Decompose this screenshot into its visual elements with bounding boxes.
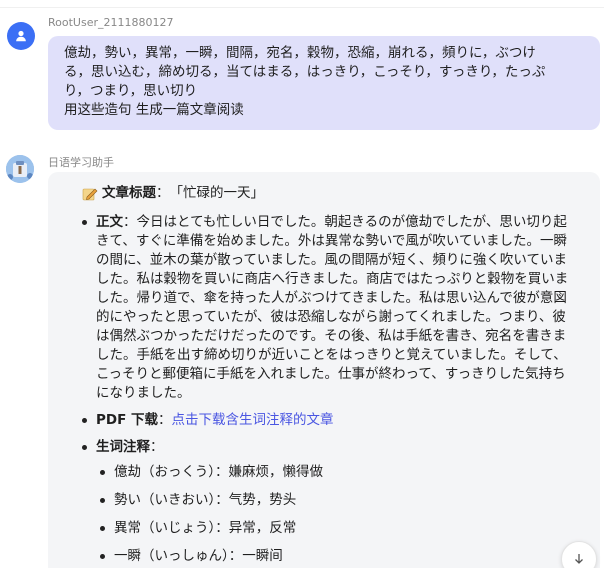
pencil-icon bbox=[82, 188, 98, 200]
vocab-sep: ： bbox=[150, 439, 164, 455]
body-line: の間に、並木の葉が散っていました。風の間隔が短く、頻りに強く吹いていま bbox=[96, 252, 568, 268]
vocab-item: 生词注释： 億劫（おっくう）：嫌麻烦，懒得做 勢い（いきおい）：气势，势头 異常… bbox=[82, 438, 582, 566]
user-message-line: る，思い込む，締め切る，当てはまる，はっきり，こっそり，すっきり，たっぷ bbox=[64, 64, 546, 80]
article-sections: 正文：今日はとても忙しい日でした。朝起きるのが億劫でしたが、思い切り起 きて、す… bbox=[82, 213, 582, 566]
body-line: になりました。 bbox=[96, 385, 191, 401]
arrow-down-icon bbox=[575, 554, 583, 564]
bot-avatar bbox=[6, 155, 34, 183]
body-line: 的にやったと思っていたが、彼は恐縮しながら謝ってくれました。つまり、彼 bbox=[96, 309, 566, 325]
body-line: 今日はとても忙しい日でした。朝起きるのが億劫でしたが、思い切り起 bbox=[136, 214, 567, 230]
person-icon bbox=[16, 30, 26, 42]
bot-name: 日语学习助手 bbox=[48, 156, 114, 169]
vocab-entry: 一瞬（いっしゅん）：一瞬间 bbox=[100, 547, 582, 566]
body-line: は偶然ぶつかっただけだったのです。その後、私は手紙を書き、宛名を書きま bbox=[96, 328, 567, 344]
user-message-line: り，つまり，思い切り bbox=[64, 83, 198, 99]
body-line: こっそりと郵便箱に手紙を入れました。仕事が終わって、すっきりした気持ち bbox=[96, 366, 566, 382]
vocab-entry: 億劫（おっくう）：嫌麻烦，懒得做 bbox=[100, 463, 582, 482]
pdf-sep: ： bbox=[158, 412, 172, 428]
bot-message-bubble: 文章标题：「忙碌的一天」 正文：今日はとても忙しい日でした。朝起きるのが億劫でし… bbox=[48, 172, 600, 568]
chat-window: RootUser_2111880127 億劫，勢い，異常，一瞬，間隔，宛名，穀物… bbox=[0, 0, 604, 568]
pdf-download-item: PDF 下载：点击下载含生词注释的文章 bbox=[82, 411, 582, 430]
vocab-entry: 勢い（いきおい）：气势，势头 bbox=[100, 491, 582, 510]
body-line: きて、すぐに準備を始めました。外は異常な勢いで風が吹いていました。一瞬 bbox=[96, 233, 568, 249]
article-body-item: 正文：今日はとても忙しい日でした。朝起きるのが億劫でしたが、思い切り起 きて、す… bbox=[82, 213, 582, 403]
user-message-bubble: 億劫，勢い，異常，一瞬，間隔，宛名，穀物，恐縮，崩れる，頻りに，ぶつけ る，思い… bbox=[48, 36, 600, 130]
user-message-line: 用这些造句 生成一篇文章阅读 bbox=[64, 102, 244, 118]
vocab-label: 生词注释 bbox=[96, 439, 150, 455]
top-divider bbox=[0, 0, 604, 8]
body-sep: ： bbox=[123, 214, 137, 230]
body-label: 正文 bbox=[96, 214, 123, 230]
article-title-sep: ： bbox=[156, 185, 170, 201]
article-title-line: 文章标题：「忙碌的一天」 bbox=[82, 184, 582, 203]
body-line: した。手紙を出す締め切りが近いことをはっきりと覚えていました。そして、 bbox=[96, 347, 567, 363]
user-avatar bbox=[7, 22, 35, 50]
article-title-label: 文章标题 bbox=[102, 185, 156, 201]
user-message-line: 億劫，勢い，異常，一瞬，間隔，宛名，穀物，恐縮，崩れる，頻りに，ぶつけ bbox=[64, 45, 536, 61]
vocab-entry: 異常（いじょう）：异常，反常 bbox=[100, 519, 582, 538]
pdf-label: PDF 下载 bbox=[96, 412, 159, 428]
vocab-list: 億劫（おっくう）：嫌麻烦，懒得做 勢い（いきおい）：气势，势头 異常（いじょう）… bbox=[100, 463, 582, 566]
robot-icon bbox=[6, 155, 34, 183]
article-title-value: 「忙碌的一天」 bbox=[169, 185, 265, 201]
body-line: した。私は穀物を買いに商店へ行きました。商店ではたっぷりと穀物を買いま bbox=[96, 271, 569, 287]
user-name: RootUser_2111880127 bbox=[48, 16, 174, 29]
pdf-download-link[interactable]: 点击下载含生词注释的文章 bbox=[172, 412, 334, 428]
body-line: した。帰り道で、傘を持った人がぶつけてきました。私は思い込んで彼が意図 bbox=[96, 290, 567, 306]
